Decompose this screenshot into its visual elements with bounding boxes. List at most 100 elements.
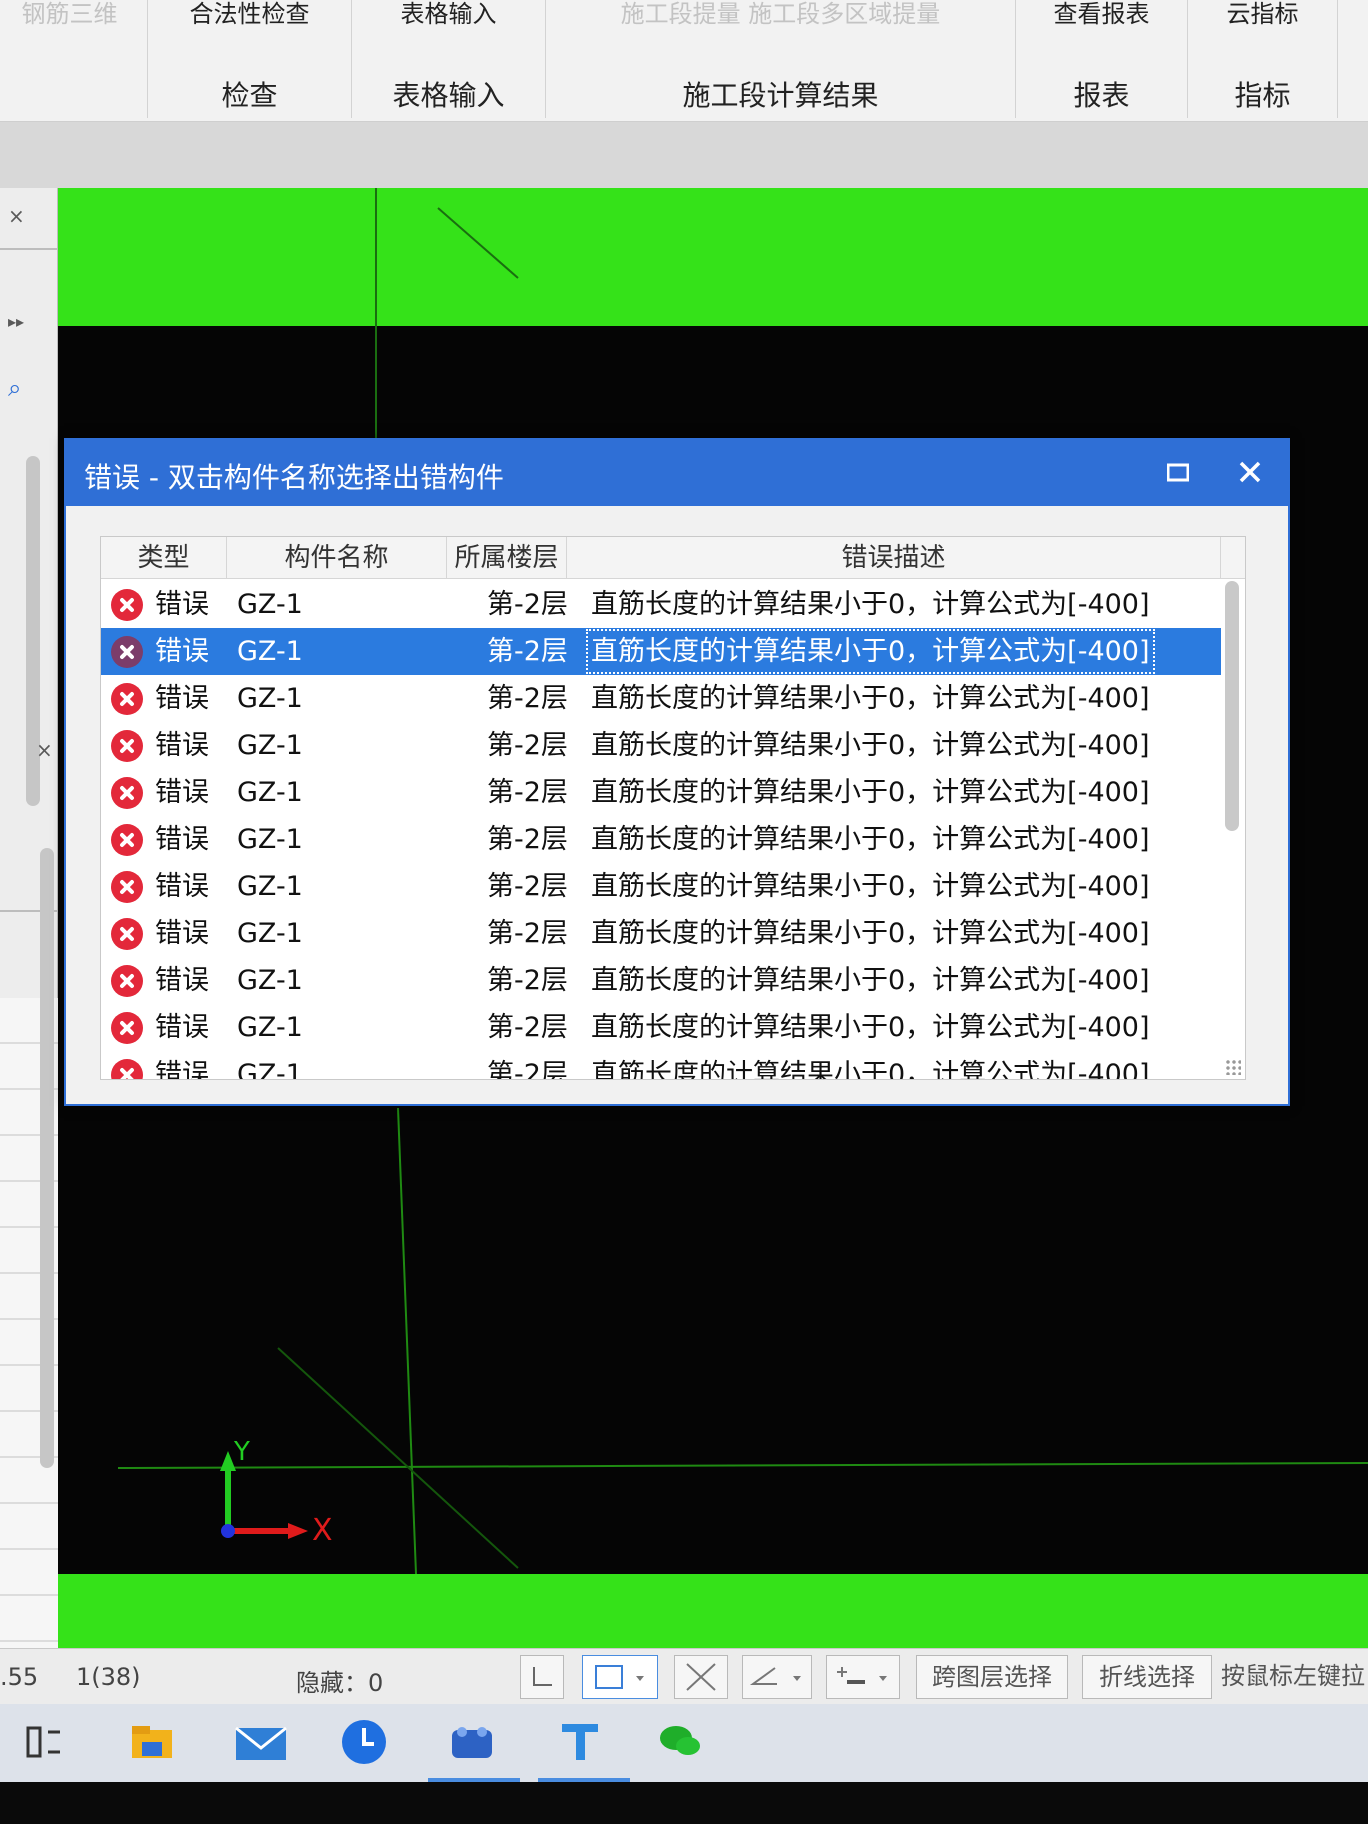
- error-icon: [111, 730, 143, 762]
- error-icon: [111, 965, 143, 997]
- clock-app-icon[interactable]: [340, 1718, 388, 1766]
- toolbar-gap: [0, 122, 1368, 188]
- error-icon: [111, 589, 143, 621]
- cell-component-name[interactable]: GZ-1: [237, 957, 303, 1004]
- select-box-icon: [595, 1665, 644, 1689]
- cell-error-description: 直筋长度的计算结果小于0，计算公式为[-400]: [591, 730, 1150, 761]
- cloud-index-button[interactable]: 云指标: [1188, 0, 1337, 29]
- ribbon-group-rebar-3d[interactable]: 钢筋三维: [0, 0, 148, 118]
- table-row[interactable]: 错误 GZ-1 第-2层 直筋长度的计算结果小于0，计算公式为[-400]: [101, 863, 1221, 910]
- table-row[interactable]: 错误 GZ-1 第-2层 直筋长度的计算结果小于0，计算公式为[-400]: [101, 816, 1221, 863]
- search-icon[interactable]: ⌕: [8, 374, 21, 402]
- close-button[interactable]: [1228, 452, 1272, 492]
- table-header: 类型 构件名称 所属楼层 错误描述: [101, 537, 1245, 579]
- cell-floor: 第-2层: [487, 1012, 568, 1043]
- cell-component-name[interactable]: GZ-1: [237, 910, 303, 957]
- cell-component-name[interactable]: GZ-1: [237, 1051, 303, 1079]
- cross-select-button[interactable]: [674, 1655, 728, 1699]
- error-icon: [111, 777, 143, 809]
- close-icon[interactable]: ×: [8, 204, 25, 228]
- table-row[interactable]: 错误 GZ-1 第-2层 直筋长度的计算结果小于0，计算公式为[-400]: [101, 910, 1221, 957]
- table-input-button[interactable]: 表格输入: [352, 0, 545, 29]
- error-icon: [111, 1012, 143, 1044]
- dialog-title: 错误 - 双击构件名称选择出错构件: [84, 461, 504, 494]
- cell-error-description: 直筋长度的计算结果小于0，计算公式为[-400]: [591, 918, 1150, 949]
- cell-type: 错误: [155, 1059, 209, 1080]
- error-icon: [111, 1059, 143, 1079]
- ribbon-group-table-input: 表格输入 表格输入: [352, 0, 546, 118]
- cell-component-name[interactable]: GZ-1: [237, 863, 303, 910]
- cell-component-name[interactable]: GZ-1: [237, 722, 303, 769]
- angle-snap-dropdown[interactable]: [742, 1655, 812, 1699]
- app-icon[interactable]: [448, 1718, 496, 1766]
- column-header-floor[interactable]: 所属楼层: [447, 537, 567, 579]
- select-box-dropdown[interactable]: [582, 1655, 658, 1699]
- cross-layer-select-button[interactable]: 跨图层选择: [916, 1655, 1068, 1699]
- polyline-select-button[interactable]: 折线选择: [1082, 1655, 1212, 1699]
- cell-component-name[interactable]: GZ-1: [237, 581, 303, 628]
- table-row[interactable]: 错误 GZ-1 第-2层 直筋长度的计算结果小于0，计算公式为[-400]: [101, 1004, 1221, 1051]
- wechat-icon[interactable]: [656, 1718, 704, 1766]
- maximize-button[interactable]: [1156, 452, 1200, 492]
- column-header-description[interactable]: 错误描述: [567, 537, 1221, 579]
- table-row[interactable]: 错误 GZ-1 第-2层 直筋长度的计算结果小于0，计算公式为[-400]: [101, 769, 1221, 816]
- cell-type: 错误: [155, 1012, 209, 1043]
- task-view-icon[interactable]: [22, 1718, 70, 1766]
- column-header-type[interactable]: 类型: [101, 537, 227, 579]
- coordinate-axes: Y X: [208, 1437, 348, 1557]
- cell-component-name[interactable]: GZ-1: [237, 1004, 303, 1051]
- offset-snap-dropdown[interactable]: [826, 1655, 900, 1699]
- cell-error-description: 直筋长度的计算结果小于0，计算公式为[-400]: [591, 1012, 1150, 1043]
- table-scrollbar[interactable]: [1225, 581, 1239, 831]
- file-explorer-icon[interactable]: [128, 1718, 176, 1766]
- table-row[interactable]: 错误 GZ-1 第-2层 直筋长度的计算结果小于0，计算公式为[-400]: [101, 722, 1221, 769]
- cell-floor: 第-2层: [487, 1059, 568, 1080]
- mouse-hint-text: 按鼠标左键拉: [1221, 1662, 1365, 1690]
- table-row[interactable]: 错误 GZ-1 第-2层 直筋长度的计算结果小于0，计算公式为[-400]: [101, 581, 1221, 628]
- cell-type: 错误: [155, 824, 209, 855]
- view-report-button[interactable]: 查看报表: [1016, 0, 1187, 29]
- windows-taskbar: [0, 1704, 1368, 1782]
- cell-type: 错误: [155, 918, 209, 949]
- dialog-titlebar[interactable]: 错误 - 双击构件名称选择出错构件: [66, 440, 1288, 506]
- t-app-icon[interactable]: [556, 1718, 604, 1766]
- group-label-stage-results: 施工段计算结果: [682, 79, 879, 112]
- ribbon-group-report: 查看报表 报表: [1016, 0, 1188, 118]
- error-dialog: 错误 - 双击构件名称选择出错构件 类型 构件名称 所属楼层 错误描述 错误 GZ…: [64, 438, 1290, 1106]
- table-row[interactable]: 错误 GZ-1 第-2层 直筋长度的计算结果小于0，计算公式为[-400]: [101, 675, 1221, 722]
- cell-component-name[interactable]: GZ-1: [237, 675, 303, 722]
- validity-check-button[interactable]: 合法性检查: [148, 0, 351, 29]
- resize-grip-icon[interactable]: [1225, 1059, 1241, 1075]
- ribbon-toolbar: 钢筋三维 合法性检查 检查 表格输入 表格输入 施工段提量 施工段多区域提量 施…: [0, 0, 1368, 122]
- cell-component-name[interactable]: GZ-1: [237, 816, 303, 863]
- mail-icon[interactable]: [234, 1718, 287, 1766]
- cell-type: 错误: [155, 683, 209, 714]
- property-scrollbar[interactable]: [40, 848, 54, 1468]
- cell-floor: 第-2层: [487, 589, 568, 620]
- cell-type: 错误: [155, 589, 209, 620]
- cell-component-name[interactable]: GZ-1: [237, 769, 303, 816]
- panel-divider: [0, 248, 58, 250]
- maximize-icon: [1166, 463, 1190, 482]
- close-icon[interactable]: ×: [36, 738, 53, 762]
- cell-component-name[interactable]: GZ-1: [237, 628, 303, 675]
- cell-floor: 第-2层: [487, 871, 568, 902]
- cell-floor: 第-2层: [487, 824, 568, 855]
- coordinate-readout: .55: [0, 1663, 39, 1691]
- stage-quantity-buttons[interactable]: 施工段提量 施工段多区域提量: [546, 0, 1015, 29]
- close-icon: [1239, 461, 1261, 483]
- table-row[interactable]: 错误 GZ-1 第-2层 直筋长度的计算结果小于0，计算公式为[-400]: [101, 957, 1221, 1004]
- cell-error-description: 直筋长度的计算结果小于0，计算公式为[-400]: [591, 589, 1150, 620]
- expand-icon[interactable]: ▸▸: [8, 312, 24, 331]
- cell-error-description: 直筋长度的计算结果小于0，计算公式为[-400]: [591, 824, 1150, 855]
- cell-error-description: 直筋长度的计算结果小于0，计算公式为[-400]: [585, 628, 1156, 675]
- table-row[interactable]: 错误 GZ-1 第-2层 直筋长度的计算结果小于0，计算公式为[-400]: [101, 1051, 1221, 1080]
- error-icon: [111, 871, 143, 903]
- column-header-name[interactable]: 构件名称: [227, 537, 447, 579]
- table-row[interactable]: 错误 GZ-1 第-2层 直筋长度的计算结果小于0，计算公式为[-400]: [101, 628, 1221, 675]
- rebar-3d-button[interactable]: 钢筋三维: [0, 0, 147, 29]
- group-label-report: 报表: [1073, 79, 1130, 112]
- cell-error-description: 直筋长度的计算结果小于0，计算公式为[-400]: [591, 777, 1150, 808]
- ribbon-group-check: 合法性检查 检查: [148, 0, 352, 118]
- ortho-snap-button[interactable]: [520, 1655, 564, 1699]
